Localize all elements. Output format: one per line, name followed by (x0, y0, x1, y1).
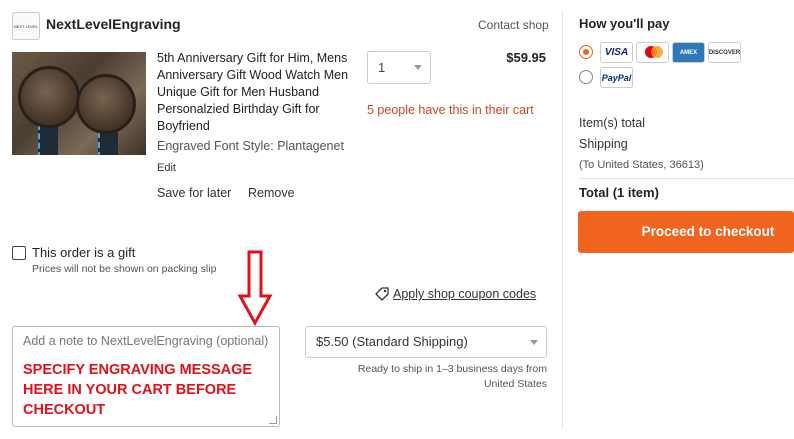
save-for-later-button[interactable]: Save for later (157, 186, 231, 200)
apply-coupon-label: Apply shop coupon codes (393, 287, 537, 301)
note-to-seller-textarea[interactable]: Add a note to NextLevelEngraving (option… (12, 326, 280, 427)
shop-name[interactable]: NextLevelEngraving (46, 16, 181, 32)
chevron-down-icon (530, 340, 538, 345)
product-image[interactable] (12, 52, 146, 155)
remove-button[interactable]: Remove (248, 186, 295, 200)
card-payment-radio[interactable] (579, 45, 593, 59)
shop-logo-text: NEXT LEVEL (13, 23, 39, 29)
watch-strap (98, 132, 118, 155)
gift-checkbox[interactable] (12, 246, 26, 260)
apply-coupon-link[interactable]: Apply shop coupon codes (375, 287, 536, 301)
product-title-link[interactable]: 5th Anniversary Gift for Him, Mens Anniv… (157, 50, 357, 135)
cart-demand-alert: 5 people have this in their cart (367, 103, 534, 117)
edit-variant-link[interactable]: Edit (157, 162, 176, 174)
mastercard-icon (636, 42, 669, 63)
discover-icon: DISCOVER (708, 42, 741, 63)
note-placeholder: Add a note to NextLevelEngraving (option… (23, 334, 269, 348)
watch-strap (38, 124, 58, 155)
shipping-select[interactable]: $5.50 (Standard Shipping) (305, 326, 547, 358)
shipping-label: Shipping (579, 137, 628, 151)
product-variant: Engraved Font Style: Plantagenet (157, 139, 344, 153)
chevron-down-icon (414, 65, 422, 70)
contact-shop-link[interactable]: Contact shop (478, 18, 549, 32)
items-total-label: Item(s) total (579, 116, 645, 130)
order-total-label: Total (1 item) (579, 185, 659, 200)
quantity-value: 1 (378, 60, 386, 75)
watch-face (76, 74, 136, 134)
shop-logo[interactable]: NEXT LEVEL (12, 12, 40, 40)
visa-icon: VISA (600, 42, 633, 63)
paypal-payment-radio[interactable] (579, 70, 593, 84)
watch-face (18, 66, 80, 128)
ready-to-ship-text: Ready to ship in 1–3 business days from … (357, 363, 547, 390)
resize-handle[interactable] (269, 416, 277, 424)
engraving-instruction: SPECIFY ENGRAVING MESSAGE HERE IN YOUR C… (23, 362, 253, 418)
tag-icon (375, 287, 389, 301)
amex-icon: AMEX (672, 42, 705, 63)
item-price: $59.95 (506, 50, 546, 65)
column-divider (562, 10, 563, 428)
quantity-select[interactable]: 1 (367, 51, 431, 84)
shipping-destination[interactable]: (To United States, 36613) (579, 159, 704, 171)
gift-checkbox-label[interactable]: This order is a gift (32, 245, 135, 260)
gift-note: Prices will not be shown on packing slip (32, 263, 217, 275)
payment-title: How you'll pay (579, 16, 670, 31)
paypal-icon: PayPal (600, 67, 633, 88)
shipping-selected-value: $5.50 (Standard Shipping) (316, 334, 468, 349)
totals-divider (579, 178, 794, 179)
down-arrow-annotation-icon (237, 250, 273, 326)
proceed-to-checkout-button[interactable]: Proceed to checkout (578, 211, 794, 253)
